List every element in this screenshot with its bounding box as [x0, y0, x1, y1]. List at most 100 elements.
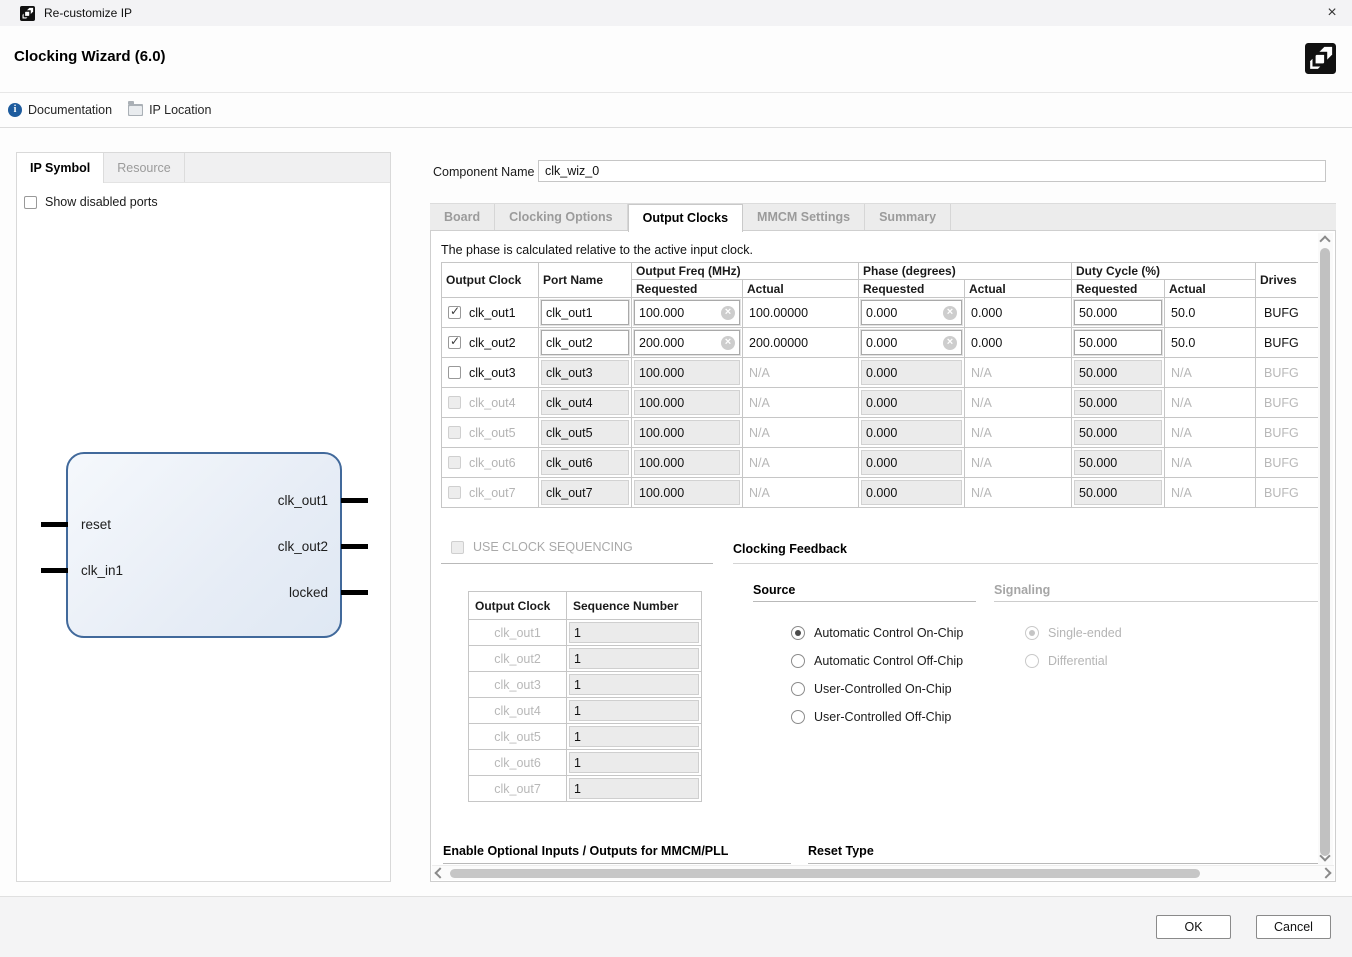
- cancel-button[interactable]: Cancel: [1256, 915, 1331, 939]
- freq-requested-field[interactable]: 200.000: [633, 329, 741, 356]
- sequence-row: clk_out4 1: [468, 697, 702, 724]
- freq-requested-field[interactable]: 100.000: [634, 420, 740, 445]
- phase-requested-field[interactable]: 0.000: [861, 420, 962, 445]
- port-name-field[interactable]: clk_out1: [540, 299, 630, 326]
- signaling-radio-option[interactable]: Single-ended: [1025, 619, 1122, 647]
- clear-value-icon[interactable]: [721, 305, 735, 320]
- xilinx-brand-logo: [1305, 43, 1336, 74]
- settings-tab[interactable]: Board: [430, 204, 496, 230]
- clear-value-icon[interactable]: [943, 335, 957, 350]
- clock-enable-checkbox[interactable]: [448, 456, 461, 469]
- enable-optional-title: Enable Optional Inputs / Outputs for MMC…: [443, 844, 729, 858]
- dialog-titlebar: Re-customize IP ×: [0, 0, 1352, 26]
- xilinx-logo-icon: [20, 5, 35, 21]
- col-drives: Drives: [1255, 262, 1324, 298]
- scroll-right-icon[interactable]: [1320, 867, 1332, 879]
- use-clock-sequencing-checkbox[interactable]: USE CLOCK SEQUENCING: [451, 540, 633, 554]
- source-radio-option[interactable]: User-Controlled Off-Chip: [791, 703, 963, 731]
- freq-requested-field[interactable]: 100.000: [634, 480, 740, 505]
- port-name-field[interactable]: clk_out4: [541, 390, 629, 415]
- phase-requested-field[interactable]: 0.000: [861, 360, 962, 385]
- clock-enable-checkbox[interactable]: [448, 426, 461, 439]
- radio-icon[interactable]: [1025, 654, 1039, 668]
- radio-icon[interactable]: [791, 626, 805, 640]
- port-stub: [41, 521, 68, 527]
- duty-requested-field[interactable]: 50.000: [1074, 450, 1162, 475]
- duty-requested-field[interactable]: 50.000: [1073, 329, 1163, 356]
- clock-enable-checkbox[interactable]: [448, 366, 461, 379]
- settings-tab[interactable]: Summary: [865, 204, 952, 230]
- freq-requested-field[interactable]: 100.000: [634, 450, 740, 475]
- freq-actual-value: N/A: [749, 455, 770, 470]
- duty-actual-value: 50.0: [1171, 335, 1196, 350]
- left-panel-tab[interactable]: Resource: [104, 153, 185, 182]
- source-radio-option[interactable]: Automatic Control On-Chip: [791, 619, 963, 647]
- checkbox-icon: [451, 540, 464, 554]
- documentation-button[interactable]: i Documentation: [8, 103, 112, 117]
- close-icon[interactable]: ×: [1322, 3, 1342, 23]
- source-radio-option[interactable]: Automatic Control Off-Chip: [791, 647, 963, 675]
- component-name-input[interactable]: [538, 160, 1326, 182]
- ip-location-button[interactable]: IP Location: [128, 101, 211, 117]
- sequence-row: clk_out2 1: [468, 645, 702, 672]
- settings-tab[interactable]: Output Clocks: [627, 204, 744, 232]
- drives-value: BUFG: [1264, 485, 1299, 500]
- duty-actual-value: N/A: [1171, 365, 1192, 380]
- ok-button[interactable]: OK: [1156, 915, 1231, 939]
- divider: [0, 127, 1352, 128]
- duty-requested-field[interactable]: 50.000: [1074, 360, 1162, 385]
- clear-value-icon[interactable]: [943, 305, 957, 320]
- left-panel-tab[interactable]: IP Symbol: [17, 153, 105, 183]
- clock-enable-checkbox[interactable]: [448, 334, 461, 349]
- phase-requested-field[interactable]: 0.000: [860, 329, 963, 356]
- signaling-radio-option[interactable]: Differential: [1025, 647, 1122, 675]
- clock-enable-checkbox[interactable]: [448, 396, 461, 409]
- phase-actual-value: 0.000: [971, 305, 1003, 320]
- port-name-field[interactable]: clk_out7: [541, 480, 629, 505]
- scroll-left-icon[interactable]: [434, 867, 446, 879]
- settings-tab[interactable]: Clocking Options: [495, 204, 628, 230]
- clock-enable-checkbox[interactable]: [448, 304, 461, 319]
- freq-requested-field[interactable]: 100.000: [634, 390, 740, 415]
- scroll-up-icon[interactable]: [1319, 235, 1331, 247]
- radio-icon[interactable]: [791, 682, 805, 696]
- radio-icon[interactable]: [1025, 626, 1039, 640]
- duty-requested-field[interactable]: 50.000: [1073, 299, 1163, 326]
- duty-requested-field[interactable]: 50.000: [1074, 420, 1162, 445]
- phase-requested-field[interactable]: 0.000: [861, 390, 962, 415]
- settings-tab[interactable]: MMCM Settings: [743, 204, 866, 230]
- toolbar: i Documentation IP Location: [0, 93, 1352, 127]
- port-name-field[interactable]: clk_out2: [540, 329, 630, 356]
- col-duty-actual: Actual: [1164, 279, 1256, 298]
- phase-actual-value: N/A: [971, 455, 992, 470]
- clear-value-icon[interactable]: [721, 335, 735, 350]
- source-radio-option[interactable]: User-Controlled On-Chip: [791, 675, 963, 703]
- output-clock-row: clk_out2 clk_out2 200.000 200.00000 0.00…: [441, 327, 1324, 358]
- duty-requested-field[interactable]: 50.000: [1074, 390, 1162, 415]
- sequence-number-field: 1: [569, 726, 699, 747]
- horizontal-scrollbar[interactable]: [432, 865, 1334, 880]
- port-name-field[interactable]: clk_out3: [541, 360, 629, 385]
- sequence-row: clk_out6 1: [468, 749, 702, 776]
- checkbox-icon[interactable]: [24, 195, 37, 209]
- show-disabled-ports-checkbox[interactable]: Show disabled ports: [24, 195, 390, 209]
- phase-requested-field[interactable]: 0.000: [861, 450, 962, 475]
- port-name-field[interactable]: clk_out5: [541, 420, 629, 445]
- phase-requested-field[interactable]: 0.000: [861, 480, 962, 505]
- freq-requested-field[interactable]: 100.000: [633, 299, 741, 326]
- vertical-scroll-thumb[interactable]: [1320, 248, 1330, 856]
- clock-enable-checkbox[interactable]: [448, 486, 461, 499]
- vertical-scrollbar[interactable]: [1318, 233, 1333, 865]
- radio-icon[interactable]: [791, 710, 805, 724]
- output-clock-row: clk_out1 clk_out1 100.000 100.00000 0.00…: [441, 297, 1324, 328]
- clocking-feedback-title: Clocking Feedback: [733, 542, 847, 556]
- freq-requested-field[interactable]: 100.000: [634, 360, 740, 385]
- phase-requested-field[interactable]: 0.000: [860, 299, 963, 326]
- source-title: Source: [753, 583, 796, 597]
- radio-icon[interactable]: [791, 654, 805, 668]
- port-name-field[interactable]: clk_out6: [541, 450, 629, 475]
- freq-actual-value: N/A: [749, 485, 770, 500]
- duty-requested-field[interactable]: 50.000: [1074, 480, 1162, 505]
- horizontal-scroll-thumb[interactable]: [450, 869, 1200, 878]
- phase-actual-value: N/A: [971, 395, 992, 410]
